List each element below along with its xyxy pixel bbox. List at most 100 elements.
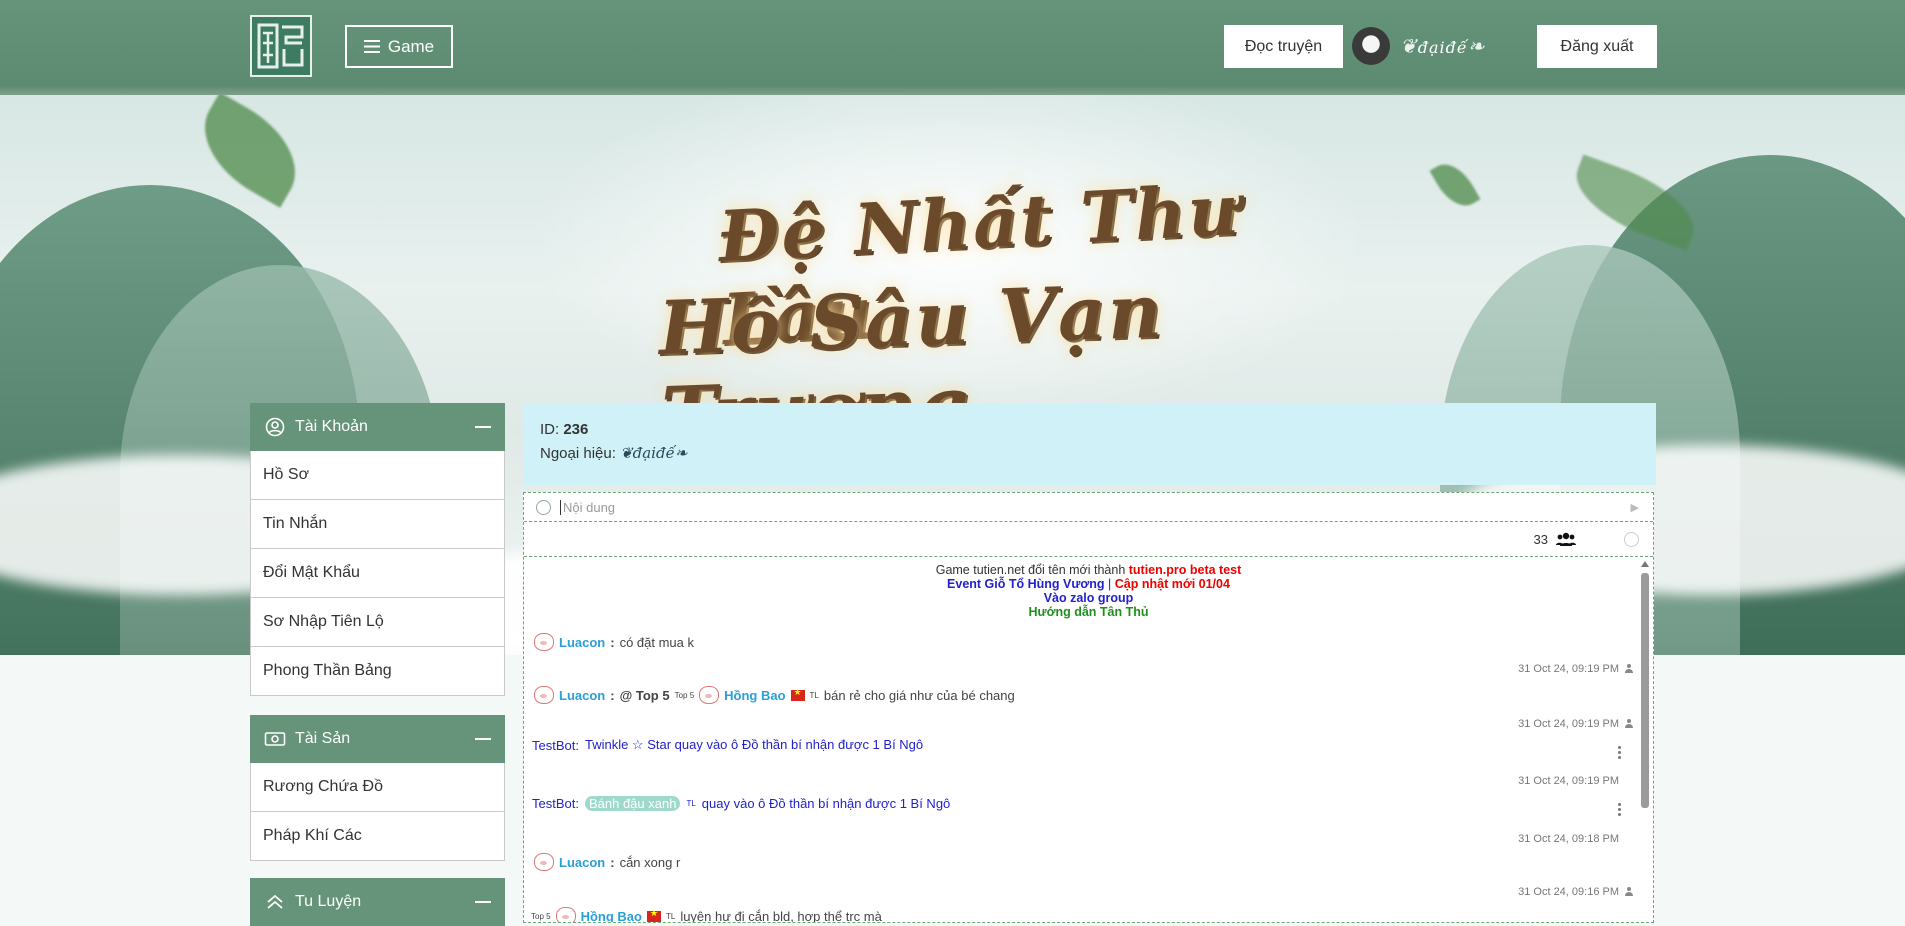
text-caret xyxy=(560,499,561,515)
message-author[interactable]: Luacon xyxy=(559,688,605,703)
account-panel: Tài Khoản Hồ Sơ Tin Nhắn Đổi Mật Khẩu Sơ… xyxy=(250,403,505,696)
announce-link-update[interactable]: Cập nhật mới 01/04 xyxy=(1115,577,1230,591)
more-options-icon[interactable] xyxy=(1618,746,1621,761)
announce-link-guide[interactable]: Hướng dẫn Tân Thủ xyxy=(1028,605,1148,619)
money-icon xyxy=(264,728,286,750)
cultivation-panel: Tu Luyện xyxy=(250,878,505,926)
announce-link-event[interactable]: Event Giỗ Tổ Hùng Vương xyxy=(947,577,1105,591)
profile-info-box: ID: 236 Ngoại hiệu: ❦đạiđế❧ xyxy=(523,403,1656,485)
chat-input-bar[interactable]: Nội dung ▶ xyxy=(524,493,1653,522)
announce-link-zalo[interactable]: Vào zalo group xyxy=(1044,591,1134,605)
message-tag: TL xyxy=(665,911,676,921)
sidebar-item-change-password[interactable]: Đổi Mật Khẩu xyxy=(250,549,505,598)
bot-message: TestBot: Twinkle ☆ Star quay vào ô Đồ th… xyxy=(532,737,923,753)
collapse-icon[interactable] xyxy=(475,901,491,903)
scrollbar-thumb[interactable] xyxy=(1641,573,1649,808)
more-options-icon[interactable] xyxy=(1618,803,1621,818)
top-navbar: Game Đọc truyện ❦đạiđế❧ Đăng xuất xyxy=(0,0,1905,95)
username-display[interactable]: ❦đạiđế❧ xyxy=(1400,34,1486,58)
bot-text: Twinkle ☆ Star quay vào ô Đồ thần bí nhậ… xyxy=(584,737,924,752)
read-stories-button[interactable]: Đọc truyện xyxy=(1224,25,1343,68)
game-menu-label: Game xyxy=(387,36,435,56)
swirl-left-icon: ❦ xyxy=(1400,34,1418,58)
collapse-icon[interactable] xyxy=(475,738,491,740)
flag-icon xyxy=(646,908,661,922)
logo-icon xyxy=(257,23,304,69)
mention-name[interactable]: Hồng Bao xyxy=(724,688,785,703)
message-rank: Top 5 xyxy=(531,911,551,921)
nickname-value: ❦đạiđế❧ xyxy=(620,444,688,462)
site-title-banner: Đệ Nhất Thư Lâu Hồ Sâu Vạn Trượng xyxy=(640,165,1300,458)
pig-avatar-icon xyxy=(555,907,576,922)
user-icon[interactable] xyxy=(1625,664,1633,673)
assets-panel: Tài Sản Rương Chứa Đồ Pháp Khí Các xyxy=(250,715,505,861)
sidebar-item-beginner-path[interactable]: Sơ Nhập Tiên Lộ xyxy=(250,598,505,647)
cultivation-panel-header[interactable]: Tu Luyện xyxy=(250,878,505,926)
emoji-icon[interactable] xyxy=(536,499,551,515)
user-id-row: ID: 236 xyxy=(540,421,1639,438)
message-text: cắn xong r xyxy=(619,854,681,870)
player-name[interactable]: Bánh đậu xanh xyxy=(584,796,681,811)
user-id-value: 236 xyxy=(563,421,589,438)
nickname-text: đạiđế xyxy=(632,444,675,462)
user-circle-icon xyxy=(264,416,286,438)
user-id-label: ID: xyxy=(540,421,560,438)
message-time: 31 Oct 24, 09:18 PM xyxy=(1518,833,1619,845)
message-time: 31 Oct 24, 09:19 PM xyxy=(1518,663,1619,675)
announce-separator: | xyxy=(1104,577,1115,591)
sidebar-item-artifact-pavilion[interactable]: Pháp Khí Các xyxy=(250,812,505,861)
pig-avatar-icon xyxy=(534,633,554,651)
collapse-icon[interactable] xyxy=(475,426,491,428)
assets-panel-header[interactable]: Tài Sản xyxy=(250,715,505,763)
player-tag: TL xyxy=(686,799,696,808)
message-time: 31 Oct 24, 09:19 PM xyxy=(1518,775,1619,787)
sidebar-item-storage-chest[interactable]: Rương Chứa Đồ xyxy=(250,763,505,812)
mention-rank-sup: Top 5 xyxy=(674,690,695,700)
nickname-label: Ngoại hiệu: xyxy=(540,445,616,462)
game-menu-button[interactable]: Game xyxy=(345,25,453,68)
chat-scrollbar[interactable] xyxy=(1641,561,1649,916)
leaf xyxy=(1429,155,1481,215)
site-logo[interactable] xyxy=(250,15,312,77)
flag-icon xyxy=(790,687,805,701)
bot-text: quay vào ô Đồ thần bí nhận được 1 Bí Ngô xyxy=(701,796,951,811)
assets-panel-title: Tài Sản xyxy=(295,730,351,747)
message-author[interactable]: Hồng Bao xyxy=(581,909,642,923)
pig-avatar-icon xyxy=(534,686,554,704)
pig-avatar-icon xyxy=(699,686,720,704)
sidebar-item-messages[interactable]: Tin Nhắn xyxy=(250,500,505,549)
status-circle-icon[interactable] xyxy=(1624,531,1639,547)
pig-avatar-icon xyxy=(534,853,554,871)
chat-message: Luacon: cắn xong r xyxy=(534,853,680,871)
user-icon[interactable] xyxy=(1625,887,1633,896)
send-icon[interactable]: ▶ xyxy=(1631,501,1639,514)
chat-announcement: Game tutien.net đổi tên mới thành tutien… xyxy=(524,557,1653,619)
user-icon[interactable] xyxy=(1625,719,1633,728)
message-author[interactable]: Luacon xyxy=(559,635,605,650)
message-text: bán rẻ cho giá như của bé chang xyxy=(823,687,1015,703)
announce-link-domain[interactable]: tutien.pro beta test xyxy=(1129,563,1242,577)
logout-button[interactable]: Đăng xuất xyxy=(1537,25,1657,68)
mention-rank: @ Top 5 xyxy=(619,687,670,703)
account-panel-header[interactable]: Tài Khoản xyxy=(250,403,505,451)
message-time: 31 Oct 24, 09:16 PM xyxy=(1518,886,1619,898)
cultivation-panel-title: Tu Luyện xyxy=(295,893,362,910)
announce-text: Game tutien.net đổi tên mới thành xyxy=(935,563,1129,577)
username-label: đạiđế xyxy=(1417,38,1468,57)
message-author[interactable]: Luacon xyxy=(559,855,605,870)
users-icon xyxy=(1556,532,1576,546)
sidebar-item-ranking[interactable]: Phong Thần Bảng xyxy=(250,647,505,696)
leaf xyxy=(184,95,316,208)
double-chevron-up-icon xyxy=(264,891,286,913)
chat-input[interactable]: Nội dung xyxy=(563,500,615,515)
sidebar-item-profile[interactable]: Hồ Sơ xyxy=(250,451,505,500)
swirl-right-icon: ❧ xyxy=(1467,34,1486,58)
bot-name: TestBot: xyxy=(532,737,579,753)
online-count: 33 xyxy=(1533,531,1548,547)
avatar[interactable] xyxy=(1352,27,1390,65)
message-time: 31 Oct 24, 09:19 PM xyxy=(1518,718,1619,730)
nickname-row: Ngoại hiệu: ❦đạiđế❧ xyxy=(540,444,1639,462)
mention-tag: TL xyxy=(809,690,819,700)
message-text: có đặt mua k xyxy=(619,634,695,650)
scroll-up-icon[interactable] xyxy=(1641,561,1649,567)
